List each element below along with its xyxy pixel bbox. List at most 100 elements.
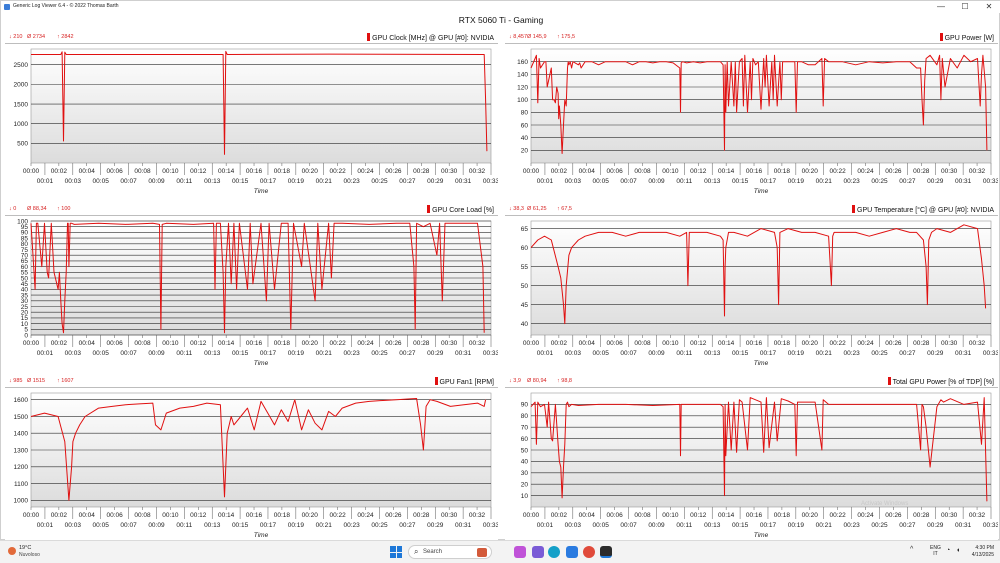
edge-icon[interactable] xyxy=(548,546,560,558)
x-tick-label: 00:29 xyxy=(927,522,944,529)
x-tick-label: 00:28 xyxy=(913,340,930,347)
x-tick-label: 00:10 xyxy=(162,512,179,519)
x-tick-label: 00:03 xyxy=(65,522,82,529)
series-color-swatch xyxy=(939,33,943,41)
stat-min: ↓ 3,9 xyxy=(509,378,521,384)
x-tick-label: 00:24 xyxy=(857,512,874,519)
x-tick-label: 00:28 xyxy=(413,512,430,519)
x-tick-label: 00:11 xyxy=(176,522,192,529)
y-tick-label: 65 xyxy=(521,226,529,233)
panel-title-text: GPU Core Load [%] xyxy=(432,207,494,214)
language-indicator[interactable]: ENG IT xyxy=(930,545,941,557)
x-tick-label: 00:14 xyxy=(218,340,235,347)
maximize-button[interactable]: ☐ xyxy=(953,1,977,13)
x-tick-label: 00:21 xyxy=(816,178,833,185)
tray-chevron-icon[interactable]: ^ xyxy=(910,546,913,553)
x-tick-label: 00:03 xyxy=(65,350,82,357)
wifi-icon[interactable]: ◔ xyxy=(946,547,950,554)
taskbar: 19°C Nuvoloso ⌕ Search ^ ENG IT ◔ ◖ 4:30… xyxy=(0,540,1000,563)
chart-panel-gpu-power: ↓ 8,457 Ø 145,9 ↑ 175,5 GPU Power [W] 20 40 60… xyxy=(505,31,998,199)
clock[interactable]: 4:30 PM 4/13/2025 xyxy=(966,545,994,559)
chart-panel-core-load: ↓ 0 Ø 88,34 ↑ 100 GPU Core Load [%] 0 5 10 15 20… xyxy=(5,203,498,371)
x-tick-label: 00:06 xyxy=(106,512,123,519)
taskbar-search[interactable]: ⌕ Search xyxy=(408,545,492,559)
x-tick-label: 00:24 xyxy=(357,512,374,519)
copilot-icon[interactable] xyxy=(514,546,526,558)
x-tick-label: 00:17 xyxy=(260,178,277,185)
y-tick-label: 140 xyxy=(517,72,528,79)
stat-max: ↑ 2842 xyxy=(57,34,74,40)
panel-title: Total GPU Power [% of TDP] [%] xyxy=(887,377,994,386)
title-bar[interactable]: Generic Log Viewer 6.4 - © 2022 Thomas B… xyxy=(1,1,1000,13)
x-tick-label: 00:01 xyxy=(537,522,554,529)
chart-total-power: 10 20 30 40 50 60 70 80 90 00:00 00:02 00:04 00:06 00… xyxy=(521,392,998,539)
x-tick-label: 00:10 xyxy=(162,340,179,347)
x-tick-label: 00:02 xyxy=(51,512,68,519)
widgets-icon[interactable] xyxy=(532,546,544,558)
y-tick-label: 40 xyxy=(521,459,529,466)
y-tick-label: 40 xyxy=(521,321,529,328)
x-tick-label: 00:08 xyxy=(634,168,651,175)
x-tick-label: 00:32 xyxy=(969,168,986,175)
series-color-swatch xyxy=(887,377,891,385)
panel-title: GPU Core Load [%] xyxy=(427,205,494,214)
x-tick-label: 00:04 xyxy=(79,340,96,347)
x-tick-label: 00:00 xyxy=(523,340,540,347)
panel-title: GPU Clock [MHz] @ GPU [#0]: NVIDIA xyxy=(367,33,494,42)
stat-min: ↓ 8,457 xyxy=(509,34,528,40)
x-tick-label: 00:28 xyxy=(913,512,930,519)
search-label: Search xyxy=(423,549,443,555)
x-tick-label: 00:19 xyxy=(288,350,305,357)
x-tick-label: 00:11 xyxy=(176,178,192,185)
x-tick-label: 00:03 xyxy=(565,350,582,357)
x-tick-label: 00:22 xyxy=(330,168,347,175)
x-tick-label: 00:33 xyxy=(983,178,998,185)
x-tick-label: 00:00 xyxy=(23,168,40,175)
weather-temp[interactable]: 19°C xyxy=(19,545,31,551)
x-tick-label: 00:14 xyxy=(218,168,235,175)
log-viewer-taskbar-icon[interactable] xyxy=(600,546,612,558)
x-tick-label: 00:04 xyxy=(79,168,96,175)
x-tick-label: 00:23 xyxy=(343,522,360,529)
x-tick-label: 00:33 xyxy=(483,178,498,185)
y-tick-label: 1000 xyxy=(14,121,29,128)
weather-description[interactable]: Nuvoloso xyxy=(19,552,40,558)
y-tick-label: 20 xyxy=(521,148,529,155)
clock-date: 4/13/2025 xyxy=(971,552,994,558)
x-tick-label: 00:26 xyxy=(885,512,902,519)
x-tick-label: 00:09 xyxy=(648,178,665,185)
x-tick-label: 00:17 xyxy=(760,178,777,185)
x-tick-label: 00:16 xyxy=(746,168,763,175)
x-tick-label: 00:28 xyxy=(413,340,430,347)
close-button[interactable]: ✕ xyxy=(977,1,1000,13)
start-icon[interactable] xyxy=(390,546,402,558)
x-tick-label: 00:19 xyxy=(788,350,805,357)
volume-icon[interactable]: ◖ xyxy=(956,547,960,554)
panel-title-text: GPU Temperature [°C] @ GPU [#0]: NVIDIA xyxy=(857,207,994,214)
x-tick-label: 00:30 xyxy=(441,340,458,347)
x-tick-label: 00:09 xyxy=(648,350,665,357)
panel-title-text: GPU Fan1 [RPM] xyxy=(439,379,494,386)
x-tick-label: 00:19 xyxy=(288,522,305,529)
chrome-icon[interactable] xyxy=(583,546,595,558)
x-tick-label: 00:25 xyxy=(371,178,388,185)
x-tick-label: 00:10 xyxy=(662,168,679,175)
weather-icon[interactable] xyxy=(8,547,16,555)
stat-avg: Ø 61,25 xyxy=(527,206,547,212)
x-tick-label: 00:03 xyxy=(565,522,582,529)
y-tick-label: 1500 xyxy=(14,414,29,421)
x-tick-label: 00:20 xyxy=(302,512,319,519)
panel-header: ↓ 3,9 Ø 80,94 ↑ 98,8 Total GPU Power [% of … xyxy=(505,375,998,388)
x-tick-label: 00:29 xyxy=(427,178,444,185)
stat-avg: Ø 1515 xyxy=(27,378,46,384)
x-tick-label: 00:31 xyxy=(455,178,472,185)
store-icon[interactable] xyxy=(566,546,578,558)
x-tick-label: 00:31 xyxy=(955,178,972,185)
x-tick-label: 00:05 xyxy=(93,178,110,185)
panel-title-text: Total GPU Power [% of TDP] [%] xyxy=(892,379,994,386)
minimize-button[interactable]: — xyxy=(929,1,953,13)
chart-gpu-fan: 1000 1100 1200 1300 1400 1500 1600 00:00 00:02 00… xyxy=(14,392,498,539)
y-tick-label: 30 xyxy=(521,470,529,477)
stat-avg: Ø 80,94 xyxy=(527,378,547,384)
x-tick-label: 00:15 xyxy=(232,178,249,185)
